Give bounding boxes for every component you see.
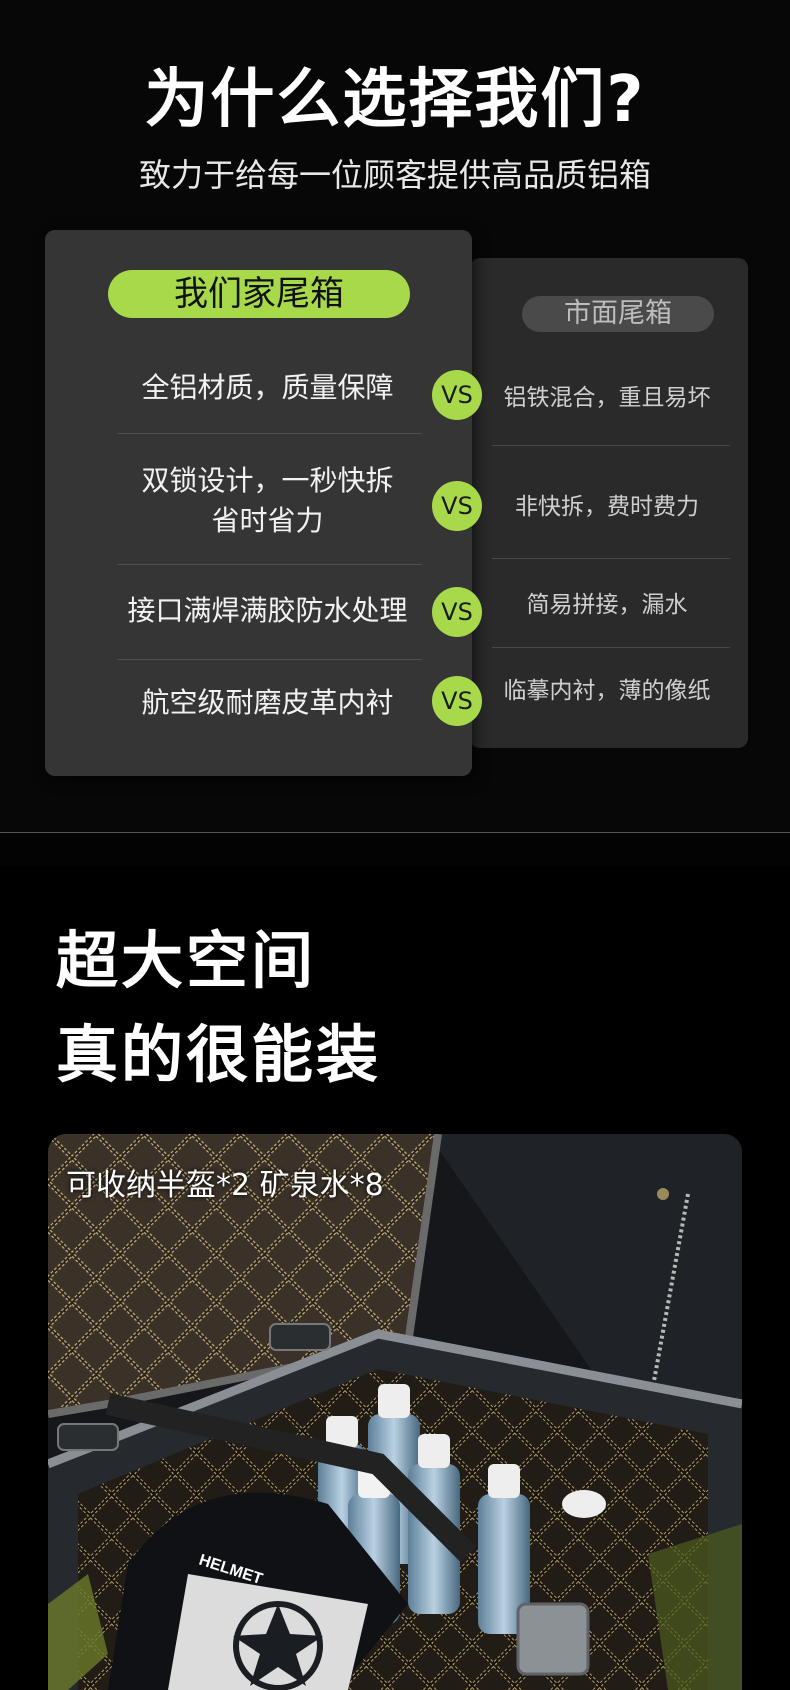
market-row-4-text: 临摹内衬，薄的像纸 <box>503 678 711 704</box>
ours-row-4-text: 航空级耐磨皮革内衬 <box>141 686 394 719</box>
vs-badge-1: VS <box>432 370 482 420</box>
product-photo: HELMET <box>48 1134 742 1690</box>
row-divider <box>117 659 422 660</box>
row-divider <box>492 647 730 648</box>
vs-badge-4: VS <box>432 676 482 726</box>
capacity-caption: 可收纳半盔*2 矿泉水*8 <box>66 1168 384 1203</box>
market-row-1-text: 铝铁混合，重且易坏 <box>503 385 711 411</box>
ours-label-pill: 我们家尾箱 <box>108 270 410 318</box>
vs-badge-3: VS <box>432 587 482 637</box>
row-divider <box>492 558 730 559</box>
ours-row-3-text: 接口满焊满胶防水处理 <box>127 594 408 627</box>
row-divider <box>117 564 422 565</box>
market-label-pill: 市面尾箱 <box>522 296 714 332</box>
ours-row-2-text: 双锁设计，一秒快拆 <box>141 464 394 497</box>
vs-badge-2: VS <box>432 481 482 531</box>
row-divider <box>117 433 422 434</box>
capacity-heading-line1: 超大空间 <box>56 924 317 997</box>
section-separator <box>0 832 790 867</box>
ours-row-2-text-line2: 省时省力 <box>211 504 324 537</box>
why-choose-us-section: 为什么选择我们? 致力于给每一位顾客提供高品质铝箱 我们家尾箱 市面尾箱 全铝材… <box>0 0 790 832</box>
row-divider <box>492 445 730 446</box>
page-title: 为什么选择我们? <box>144 63 646 137</box>
page-subtitle: 致力于给每一位顾客提供高品质铝箱 <box>138 156 651 194</box>
market-row-3-text: 简易拼接，漏水 <box>526 592 688 618</box>
capacity-heading-line2: 真的很能装 <box>56 1018 382 1091</box>
ours-row-1-text: 全铝材质，质量保障 <box>141 371 394 404</box>
market-row-2-text: 非快拆，费时费力 <box>515 494 699 520</box>
top-case-illustration: HELMET <box>48 1134 742 1690</box>
